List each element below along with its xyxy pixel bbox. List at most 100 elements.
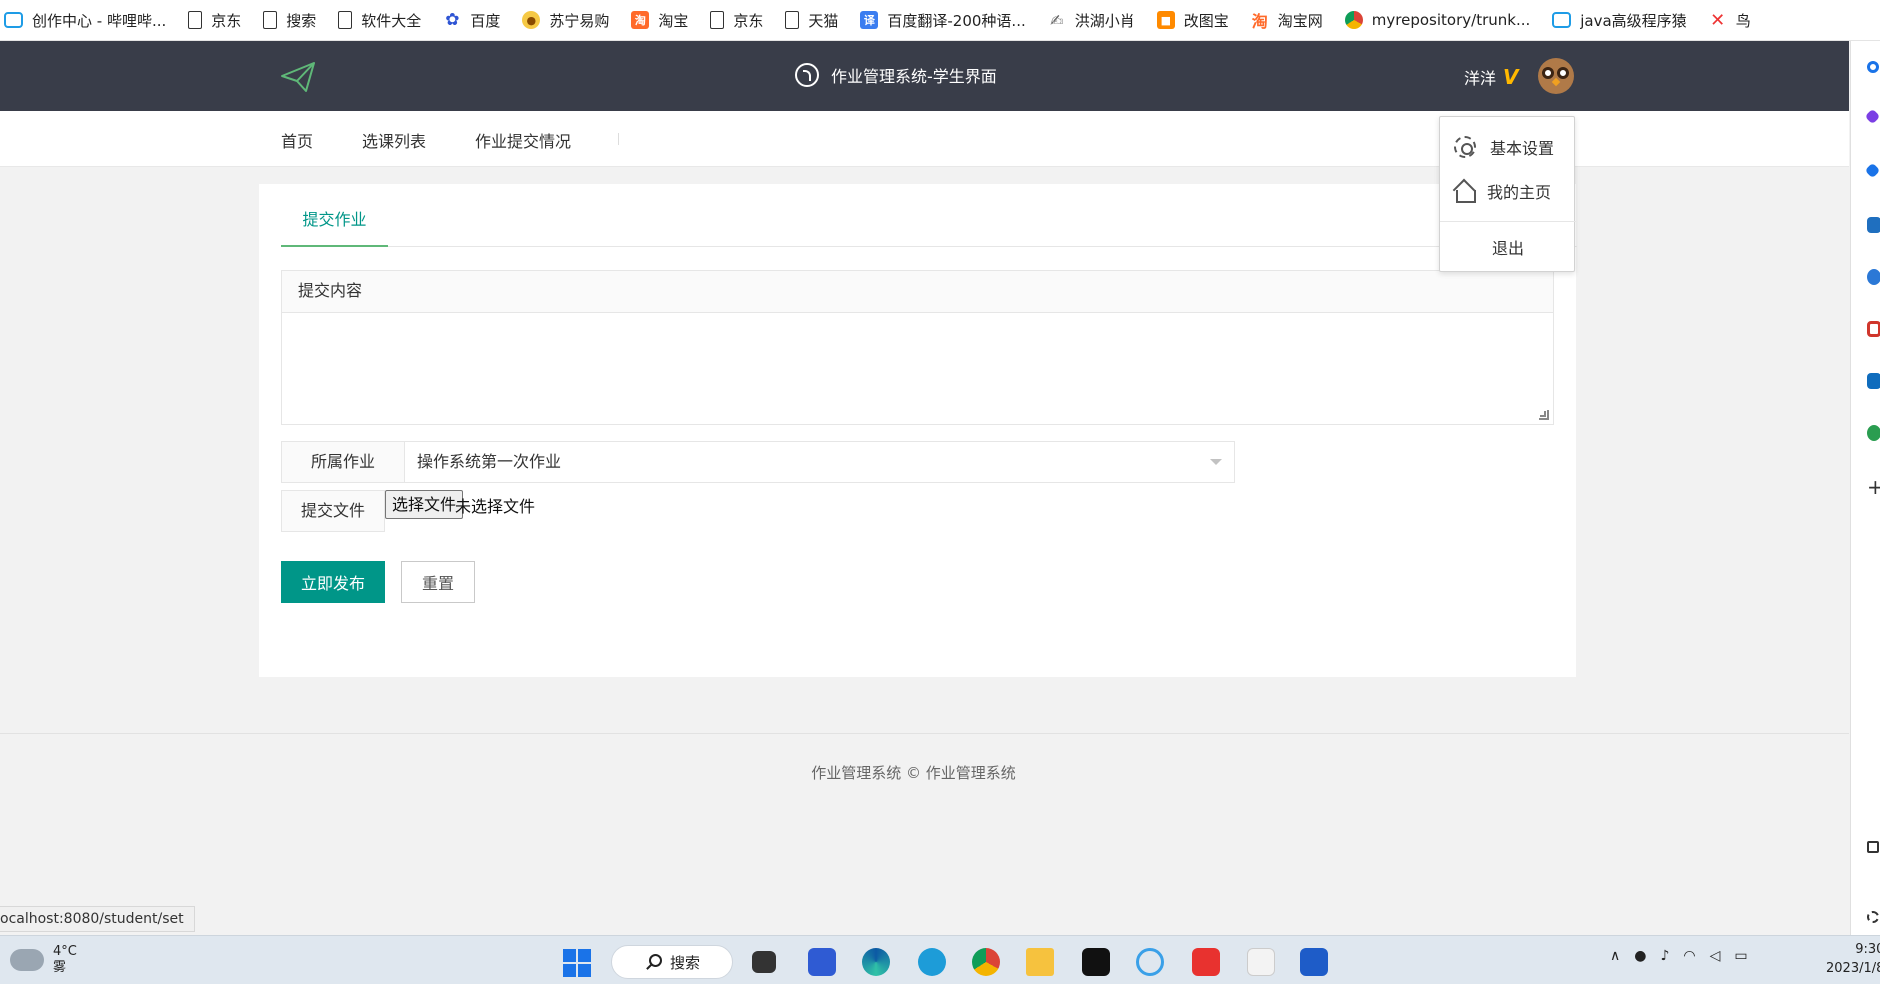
suning-icon: ● xyxy=(522,11,541,29)
content-textarea[interactable] xyxy=(282,313,1553,424)
intellij-icon[interactable] xyxy=(1082,948,1110,976)
bookmark-software[interactable]: 软件大全 xyxy=(338,10,421,31)
bookmark-repository[interactable]: myrepository/trunk... xyxy=(1344,11,1530,29)
gaitubao-icon: ■ xyxy=(1156,11,1175,29)
bilibili-icon xyxy=(1552,12,1572,28)
home-icon xyxy=(1453,180,1476,203)
username: 洋洋 xyxy=(1464,69,1497,88)
page-icon xyxy=(338,11,353,29)
chrome-icon[interactable] xyxy=(972,948,1000,976)
bird-icon: ✕ xyxy=(1708,9,1727,31)
paper-plane-icon[interactable] xyxy=(280,61,316,93)
outlook-icon[interactable] xyxy=(1867,373,1880,389)
footer-divider xyxy=(0,733,1849,734)
status-url: ocalhost:8080/student/set xyxy=(0,906,195,932)
menu-item-my-homepage[interactable]: 我的主页 xyxy=(1440,171,1576,211)
bookmark-taobaowang[interactable]: 淘淘宝网 xyxy=(1250,10,1323,31)
file-status: 未选择文件 xyxy=(455,497,536,516)
avatar[interactable] xyxy=(1538,58,1574,94)
fog-icon xyxy=(10,949,44,971)
bookmark-honghu[interactable]: ✍ 洪湖小肖 xyxy=(1047,10,1135,31)
chat-icon xyxy=(795,63,819,87)
chrome-icon xyxy=(1344,11,1363,29)
search-sidebar-icon[interactable] xyxy=(1867,61,1879,73)
presentation-icon[interactable] xyxy=(1247,948,1275,976)
microphone-icon[interactable]: ♪ xyxy=(1660,948,1669,964)
remote-desktop-icon[interactable] xyxy=(808,948,836,976)
vs-icon[interactable] xyxy=(1300,948,1328,976)
taskbar-clock[interactable]: 9:30 2023/1/8 xyxy=(1826,940,1880,978)
wps-icon[interactable] xyxy=(1192,948,1220,976)
bookmark-jd-2[interactable]: 京东 xyxy=(710,10,763,31)
menu-item-logout[interactable]: 退出 xyxy=(1440,227,1576,267)
browser-sidebar: + xyxy=(1850,41,1880,935)
page-icon xyxy=(785,11,800,29)
shopping-icon[interactable] xyxy=(1864,162,1880,179)
settings-icon[interactable] xyxy=(1867,911,1879,923)
task-view-icon[interactable] xyxy=(752,951,776,973)
taobao-icon: 淘 xyxy=(1250,11,1269,31)
bookmark-gaitubao[interactable]: ■ 改图宝 xyxy=(1156,10,1229,31)
qq-icon[interactable]: ● xyxy=(1634,948,1646,964)
tree-icon[interactable] xyxy=(1867,425,1880,441)
nav-item-course-list[interactable]: 选课列表 xyxy=(362,128,426,152)
bookmark-java[interactable]: java高级程序猿 xyxy=(1552,10,1687,31)
copilot-icon[interactable] xyxy=(1864,108,1880,125)
app-header: 作业管理系统-学生界面 洋洋 V xyxy=(0,41,1849,111)
bookmark-search[interactable]: 搜索 xyxy=(263,10,316,31)
weather-condition: 雾 xyxy=(53,960,67,975)
page-icon xyxy=(263,11,278,29)
bookmark-fanyi[interactable]: 译百度翻译-200种语... xyxy=(860,10,1026,31)
add-icon[interactable]: + xyxy=(1867,477,1880,497)
windows-start-icon[interactable] xyxy=(563,949,591,977)
battery-icon[interactable]: ▭ xyxy=(1734,948,1747,964)
bookmark-baidu[interactable]: ✿ 百度 xyxy=(443,10,500,31)
taobao-icon: 淘 xyxy=(631,11,650,29)
system-tray: ∧ ● ♪ ◠ ◁ ▭ xyxy=(1610,948,1748,964)
ie-icon[interactable] xyxy=(918,948,946,976)
exit-sidebar-icon[interactable] xyxy=(1867,841,1879,853)
bookmark-taobao[interactable]: 淘淘宝 xyxy=(631,10,688,31)
file-label: 提交文件 xyxy=(281,490,385,532)
submit-homework-card: 提交作业 提交内容 所属作业 操作系统第一次作业 提交文件 选择文件 未选择文件… xyxy=(259,184,1577,677)
translate-icon: 译 xyxy=(860,11,879,29)
chevron-up-icon[interactable]: ∧ xyxy=(1610,948,1620,964)
choose-file-button[interactable]: 选择文件 xyxy=(385,490,464,519)
bookmark-tmall[interactable]: 天猫 xyxy=(785,10,838,31)
temperature: 4°C xyxy=(53,944,77,959)
footer-text: 作业管理系统 © 作业管理系统 xyxy=(811,764,1016,782)
resize-handle[interactable] xyxy=(1539,410,1549,420)
nav-item-home[interactable]: 首页 xyxy=(281,128,313,152)
menu-divider xyxy=(1440,221,1576,222)
bookmarks-bar: 创作中心 - 哔哩哔... 京东 搜索 软件大全 ✿ 百度 ● 苏宁易购 淘淘宝 京… xyxy=(0,0,1880,41)
nav-divider xyxy=(618,133,619,145)
tools-icon[interactable] xyxy=(1867,217,1880,233)
bookmark-suning[interactable]: ● 苏宁易购 xyxy=(522,10,609,31)
volume-icon[interactable]: ◁ xyxy=(1710,948,1721,964)
nav-item-submission-status[interactable]: 作业提交情况 xyxy=(475,128,571,152)
weather-widget[interactable]: 4°C 雾 xyxy=(10,944,77,976)
user-dropdown-menu: 基本设置 我的主页 退出 xyxy=(1439,116,1576,272)
publish-button[interactable]: 立即发布 xyxy=(281,561,385,603)
bookmark-bilibili[interactable]: 创作中心 - 哔哩哔... xyxy=(4,10,166,31)
menu-item-basic-settings[interactable]: 基本设置 xyxy=(1440,127,1576,167)
reset-button[interactable]: 重置 xyxy=(401,561,475,603)
homework-selected-value: 操作系统第一次作业 xyxy=(417,452,562,471)
office-icon[interactable] xyxy=(1867,321,1880,337)
page-icon xyxy=(188,11,203,29)
app-ring-icon[interactable] xyxy=(1136,948,1164,976)
people-icon[interactable] xyxy=(1867,269,1880,285)
bookmark-jd[interactable]: 京东 xyxy=(188,10,241,31)
folder-icon[interactable] xyxy=(1026,948,1054,976)
page-icon xyxy=(710,11,725,29)
bookmark-bird[interactable]: ✕ 鸟 xyxy=(1708,9,1751,31)
wifi-icon[interactable]: ◠ xyxy=(1683,948,1695,964)
edge-icon[interactable] xyxy=(862,948,890,976)
taskbar-search[interactable]: 搜索 xyxy=(611,945,733,979)
user-menu-trigger[interactable]: 洋洋 V xyxy=(1464,65,1519,89)
tab-submit-homework[interactable]: 提交作业 xyxy=(281,199,388,247)
homework-select[interactable]: 操作系统第一次作业 xyxy=(404,441,1235,483)
system-title: 作业管理系统-学生界面 xyxy=(795,63,997,87)
content-label: 提交内容 xyxy=(282,271,1553,313)
baidu-icon: ✿ xyxy=(443,10,462,30)
